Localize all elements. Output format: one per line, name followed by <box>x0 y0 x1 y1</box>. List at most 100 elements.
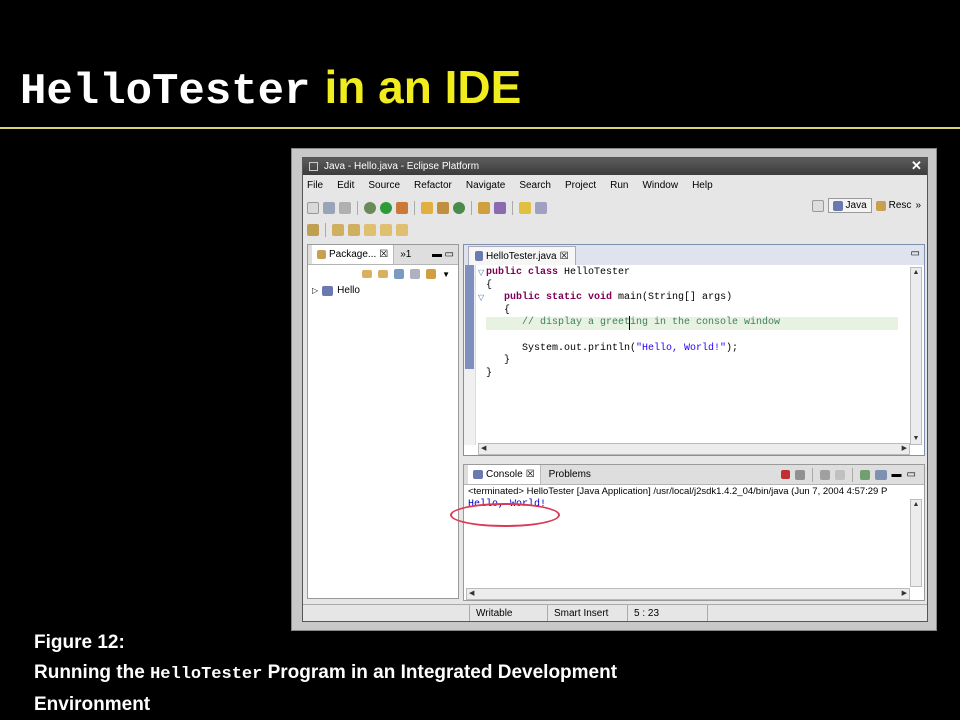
scroll-right-icon[interactable]: ▶ <box>902 444 907 454</box>
status-insert-mode: Smart Insert <box>547 605 627 621</box>
status-writable: Writable <box>469 605 547 621</box>
tab-console[interactable]: Console ☒ <box>468 465 541 484</box>
search-icon[interactable] <box>494 202 506 214</box>
pen-icon[interactable] <box>519 202 531 214</box>
open-perspective-icon[interactable] <box>811 199 824 212</box>
toolbar-separator <box>357 201 358 215</box>
new-interface-icon[interactable] <box>453 202 465 214</box>
tab-console-label: Console <box>486 469 523 480</box>
editor-tab-label: HelloTester.java <box>486 250 557 262</box>
open-perspective-icon[interactable] <box>535 202 547 214</box>
menu-navigate[interactable]: Navigate <box>466 180 505 191</box>
menu-help[interactable]: Help <box>692 180 713 191</box>
menu-search[interactable]: Search <box>519 180 551 191</box>
scroll-up-icon[interactable]: ▲ <box>911 268 921 278</box>
caption-pre: Running the <box>34 662 151 683</box>
forward-icon[interactable] <box>378 270 389 278</box>
up-icon[interactable] <box>394 269 405 279</box>
back-icon[interactable] <box>362 270 373 278</box>
close-icon[interactable]: ☒ <box>526 469 535 480</box>
source-code[interactable]: public class HelloTester { public static… <box>486 267 780 380</box>
close-icon[interactable]: ✕ <box>910 159 923 172</box>
editor-vertical-scrollbar[interactable]: ▲ ▼ <box>910 267 922 445</box>
package-explorer-toolbar: ▼ <box>308 265 458 283</box>
print-icon[interactable] <box>339 202 351 214</box>
tree-item-label: Hello <box>337 285 360 296</box>
previous-edit-icon[interactable] <box>348 224 360 236</box>
minimize-icon[interactable]: ▬ <box>432 249 442 260</box>
tab-package-explorer[interactable]: Package... ☒ <box>312 245 395 264</box>
new-package-icon[interactable] <box>421 202 433 214</box>
scroll-up-icon[interactable]: ▲ <box>911 500 921 510</box>
external-tools-icon[interactable] <box>396 202 408 214</box>
editor-tabbar: HelloTester.java ☒ ▭ <box>464 245 924 265</box>
tree-item-hello[interactable]: ▷ Hello <box>308 285 458 296</box>
scroll-down-icon[interactable]: ▼ <box>911 434 921 444</box>
last-edit-location-icon[interactable] <box>364 224 376 236</box>
ide-screenshot: Java - Hello.java - Eclipse Platform ✕ F… <box>291 148 937 631</box>
menu-edit[interactable]: Edit <box>337 180 354 191</box>
java-perspective-button[interactable]: Java <box>827 198 872 213</box>
console-icon <box>473 470 483 479</box>
new-class-icon[interactable] <box>437 202 449 214</box>
package-explorer-tabbar: Package... ☒ »1 ▬ ▭ <box>308 245 458 265</box>
status-extra <box>707 605 927 621</box>
back-icon[interactable] <box>380 224 392 236</box>
run-icon[interactable] <box>380 202 392 214</box>
forward-icon[interactable] <box>396 224 408 236</box>
menu-window[interactable]: Window <box>642 180 678 191</box>
slide-title-rest: in an IDE <box>324 61 522 113</box>
editor-body[interactable]: ▽ ▽ public class HelloTester { public sta… <box>464 265 924 445</box>
menu-run[interactable]: Run <box>610 180 628 191</box>
resource-perspective-button[interactable]: Resc <box>875 200 911 211</box>
console-vertical-scrollbar[interactable]: ▲ <box>910 499 922 587</box>
save-icon[interactable] <box>323 202 335 214</box>
menu-refactor[interactable]: Refactor <box>414 180 452 191</box>
remove-launches-icon[interactable] <box>794 469 805 480</box>
text-cursor <box>629 316 630 330</box>
next-edit-icon[interactable] <box>332 224 344 236</box>
terminate-icon[interactable] <box>780 470 790 479</box>
window-menu-icon[interactable] <box>309 162 318 171</box>
scroll-left-icon[interactable]: ◀ <box>469 589 474 599</box>
menu-file[interactable]: File <box>307 180 323 191</box>
tab-hellotester-java[interactable]: HelloTester.java ☒ <box>468 246 576 265</box>
output-highlight-oval <box>450 503 560 527</box>
maximize-icon[interactable]: ▭ <box>907 469 916 480</box>
caption-code: HelloTester <box>150 665 263 684</box>
menu-source[interactable]: Source <box>368 180 400 191</box>
java-project-icon <box>322 285 334 296</box>
close-icon[interactable]: ☒ <box>379 249 388 260</box>
package-explorer: Package... ☒ »1 ▬ ▭ ▼ ▷ Hello <box>307 244 459 599</box>
collapse-all-icon[interactable] <box>410 269 421 279</box>
menu-project[interactable]: Project <box>565 180 596 191</box>
link-with-editor-icon[interactable] <box>426 269 437 279</box>
console-horizontal-scrollbar[interactable]: ◀ ▶ <box>466 588 910 600</box>
editor-horizontal-scrollbar[interactable]: ◀ ▶ <box>478 443 910 455</box>
minimize-icon[interactable]: ▬ <box>892 469 902 480</box>
debug-icon[interactable] <box>364 202 376 214</box>
scroll-left-icon[interactable]: ◀ <box>481 444 486 454</box>
window-title: Java - Hello.java - Eclipse Platform <box>324 161 480 172</box>
more-perspectives-chevron[interactable]: » <box>915 200 921 211</box>
tab-problems[interactable]: Problems <box>549 469 591 480</box>
display-console-icon[interactable] <box>874 469 887 480</box>
chevron-right-icon[interactable]: ▷ <box>312 286 318 295</box>
toolbar-separator <box>471 201 472 215</box>
toolbar-separator <box>512 201 513 215</box>
maximize-icon[interactable]: ▭ <box>911 248 920 259</box>
scroll-lock-icon[interactable] <box>819 469 830 480</box>
clear-console-icon[interactable] <box>834 469 845 480</box>
open-type-icon[interactable] <box>478 202 490 214</box>
close-icon[interactable]: ☒ <box>560 251 569 262</box>
java-perspective-label: Java <box>845 200 867 211</box>
new-icon[interactable] <box>307 202 319 214</box>
maximize-icon[interactable]: ▭ <box>445 249 454 260</box>
title-divider <box>0 127 960 129</box>
pin-console-icon[interactable] <box>859 469 870 480</box>
scroll-right-icon[interactable]: ▶ <box>902 589 907 599</box>
view-menu-icon[interactable]: ▼ <box>442 270 450 279</box>
fold-markers[interactable]: ▽ ▽ <box>478 267 484 305</box>
tab-hierarchy-overflow[interactable]: »1 <box>400 249 411 260</box>
next-annotation-icon[interactable] <box>307 224 319 236</box>
